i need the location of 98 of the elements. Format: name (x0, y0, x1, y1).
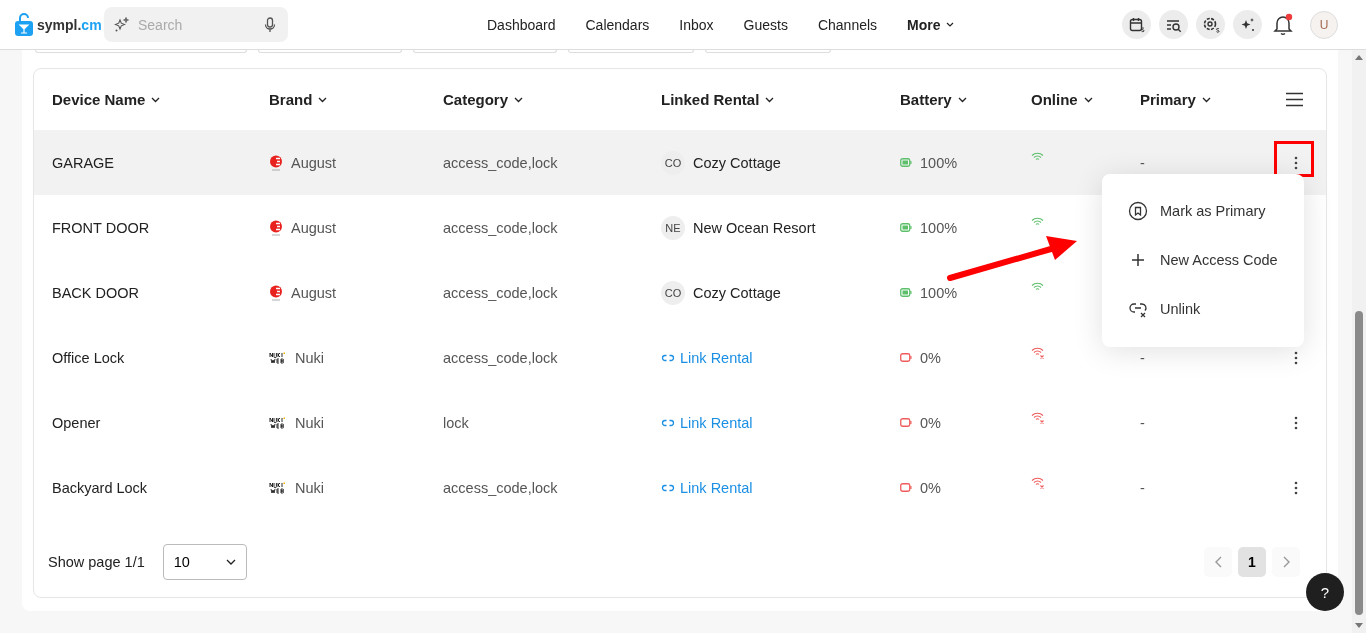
sparkle-icon[interactable] (1233, 10, 1262, 39)
caret-icon (1201, 96, 1211, 103)
page-label: Show page 1/1 (48, 554, 145, 570)
brand-name: Nuki (295, 349, 324, 366)
rental-avatar: NE (661, 215, 685, 240)
brand-logo-icon (269, 416, 287, 429)
caret-icon (1083, 96, 1093, 103)
nav-link[interactable]: Channels (802, 16, 893, 33)
search-list-icon[interactable] (1159, 10, 1188, 39)
battery-percent: 0% (920, 414, 941, 431)
device-category: access_code,lock (443, 349, 558, 366)
search-field[interactable]: Search (104, 7, 288, 42)
battery-percent: 100% (920, 219, 958, 236)
link-rental-link[interactable]: Link Rental (661, 414, 753, 431)
battery-percent: 100% (920, 154, 958, 171)
column-header[interactable]: Brand (269, 91, 443, 108)
menu-item[interactable]: New Access Code (1160, 251, 1278, 268)
device-name: Backyard Lock (52, 479, 148, 496)
battery-percent: 0% (920, 479, 941, 496)
brand-logo-icon (269, 219, 283, 236)
brand-name: Nuki (295, 479, 324, 496)
page-size-select[interactable]: 10 (162, 544, 247, 580)
logo[interactable]: sympl.cm (14, 12, 104, 37)
caret-icon (318, 96, 328, 103)
chain-link-icon (661, 483, 675, 492)
primary-value: - (1140, 414, 1145, 431)
caret-icon (957, 96, 967, 103)
rental-avatar: CO (661, 280, 685, 305)
primary-value: - (1140, 154, 1145, 171)
menu-icon[interactable] (1285, 92, 1304, 107)
nav-link[interactable]: More (892, 16, 969, 33)
nav-link[interactable]: Calendars (570, 16, 665, 33)
battery-full-icon (900, 223, 912, 232)
scrollbar-thumb[interactable] (1355, 310, 1363, 615)
brand-logo-icon (269, 284, 283, 301)
battery-percent: 100% (920, 284, 958, 301)
rental-name: New Ocean Resort (693, 219, 816, 236)
chain-link-icon (661, 418, 675, 427)
device-category: access_code,lock (443, 219, 558, 236)
device-name: BACK DOOR (52, 284, 139, 301)
rental-avatar: CO (661, 150, 685, 175)
brand-name: August (291, 284, 337, 301)
menu-item[interactable]: Unlink (1160, 300, 1201, 317)
nav-link[interactable]: Guests (728, 16, 803, 33)
battery-percent: 0% (920, 349, 941, 366)
bookmark-circle-icon (1128, 200, 1148, 221)
battery-empty-icon (900, 353, 912, 362)
brand-logo-icon (269, 351, 287, 364)
chain-link-icon (661, 353, 675, 362)
battery-empty-icon (900, 418, 912, 427)
column-header[interactable]: Category (443, 91, 661, 108)
device-name: Opener (52, 414, 101, 431)
microphone-icon[interactable] (264, 16, 276, 33)
caret-icon (151, 96, 161, 103)
battery-empty-icon (900, 483, 912, 492)
column-header[interactable]: Device Name (52, 91, 269, 108)
scroll-up-icon[interactable] (1354, 54, 1364, 60)
brand-name: August (291, 219, 337, 236)
battery-full-icon (900, 288, 912, 297)
brand-name: August (291, 154, 337, 171)
user-avatar[interactable]: U (1310, 10, 1338, 39)
brand-logo-icon (269, 481, 287, 494)
device-name: Office Lock (52, 349, 125, 366)
column-header[interactable]: Battery (900, 91, 1031, 108)
device-category: access_code,lock (443, 479, 558, 496)
device-name: FRONT DOOR (52, 219, 150, 236)
logo-text: sympl.cm (37, 16, 102, 33)
primary-value: - (1140, 479, 1145, 496)
device-name: GARAGE (52, 154, 115, 171)
caret-icon (225, 559, 236, 565)
link-rental-link[interactable]: Link Rental (661, 479, 753, 496)
nav-link[interactable]: Inbox (664, 16, 729, 33)
scroll-down-icon[interactable] (1354, 623, 1364, 629)
link-rental-link[interactable]: Link Rental (661, 349, 753, 366)
settings-icon[interactable] (1196, 10, 1225, 39)
rental-name: Cozy Cottage (693, 154, 781, 171)
notification-bell-icon[interactable] (1270, 11, 1296, 38)
nav-link[interactable]: Dashboard (472, 16, 571, 33)
caret-icon (765, 96, 775, 103)
menu-item[interactable]: Mark as Primary (1160, 202, 1266, 219)
column-header[interactable]: Linked Rental (661, 91, 900, 108)
sparkle-icon (114, 16, 130, 33)
device-category: access_code,lock (443, 154, 558, 171)
device-category: access_code,lock (443, 284, 558, 301)
search-input[interactable]: Search (136, 15, 258, 34)
rental-name: Cozy Cottage (693, 284, 781, 301)
battery-full-icon (900, 158, 912, 167)
caret-icon (514, 96, 524, 103)
primary-value: - (1140, 349, 1145, 366)
brand-logo-icon (269, 154, 283, 171)
caret-icon (945, 22, 954, 27)
device-category: lock (443, 414, 469, 431)
page-button[interactable]: 1 (1238, 547, 1266, 577)
column-header[interactable]: Online (1031, 91, 1140, 108)
brand-name: Nuki (295, 414, 324, 431)
calendar-icon[interactable] (1122, 10, 1151, 39)
column-header[interactable]: Primary (1140, 91, 1275, 108)
lock-bag-icon (14, 12, 34, 37)
